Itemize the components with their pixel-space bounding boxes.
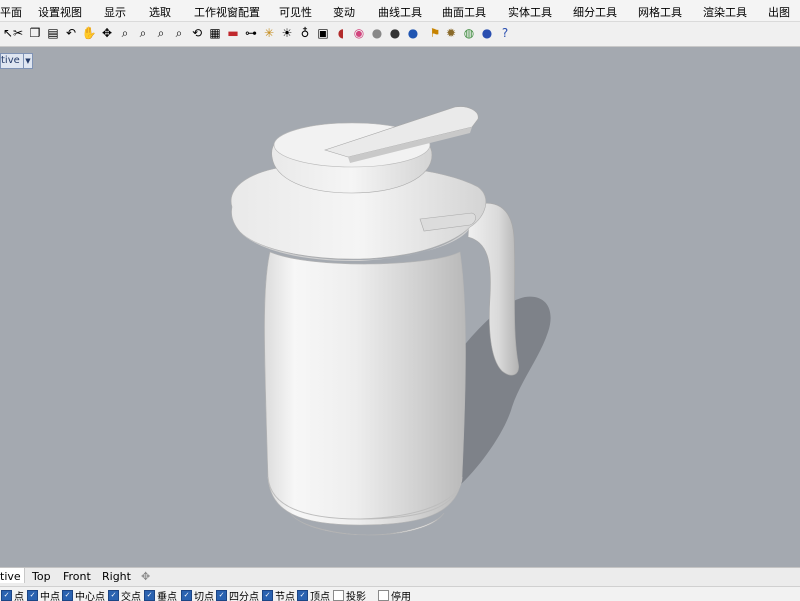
light-icon[interactable]: ☀ <box>279 25 295 41</box>
perspective-viewport[interactable]: tive ▼ <box>0 47 800 567</box>
flag-icon[interactable]: ⚑ <box>427 25 443 41</box>
globe-icon[interactable]: ◍ <box>461 25 477 41</box>
cut-icon[interactable]: ✂ <box>10 25 26 41</box>
tab-top[interactable]: Top <box>32 570 51 583</box>
tab-transform[interactable]: 变动 <box>333 4 355 20</box>
osnap-quadrant[interactable]: ✓ 四分点 <box>216 589 259 601</box>
menu-tabs-bar: 平面 设置视图 显示 选取 工作视窗配置 可见性 变动 曲线工具 曲面工具 实体… <box>0 0 800 22</box>
tab-display[interactable]: 显示 <box>104 4 126 20</box>
tab-select[interactable]: 选取 <box>149 4 171 20</box>
toolbar: ↖ ✂ ❐ ▤ ↶ ✋ ✥ ⌕ ⌕ ⌕ ⌕ ⟲ ▦ ▬ ⊶ ✳ ☀ ♁ ▣ ◖ … <box>0 22 800 47</box>
tab-plane[interactable]: 平面 <box>0 4 22 20</box>
checkbox-icon[interactable]: ✓ <box>216 589 227 601</box>
checkbox-icon[interactable] <box>378 589 389 601</box>
help-icon[interactable]: ? <box>497 25 513 41</box>
grid-icon[interactable]: ▦ <box>207 25 223 41</box>
checkbox-icon[interactable]: ✓ <box>297 589 308 601</box>
osnap-perpendicular[interactable]: ✓ 垂点 <box>144 589 177 601</box>
osnap-intersection[interactable]: ✓ 交点 <box>108 589 141 601</box>
osnap-point[interactable]: ✓ 点 <box>1 589 24 601</box>
zoom-extents-icon[interactable]: ⌕ <box>153 25 169 41</box>
zoom-icon[interactable]: ⌕ <box>117 25 133 41</box>
move-icon[interactable]: ✥ <box>99 25 115 41</box>
tab-solid-tools[interactable]: 实体工具 <box>508 4 552 20</box>
tab-drafting[interactable]: 出图 <box>768 4 790 20</box>
tab-surface-tools[interactable]: 曲面工具 <box>442 4 486 20</box>
paint-icon[interactable]: ◖ <box>333 25 349 41</box>
checkbox-icon[interactable]: ✓ <box>108 589 119 601</box>
tab-perspective[interactable]: tive <box>0 568 25 583</box>
checkbox-icon[interactable] <box>333 589 344 601</box>
sphere-dark-icon[interactable]: ● <box>387 25 403 41</box>
osnap-disable[interactable]: 停用 <box>378 589 411 601</box>
copy-icon[interactable]: ❐ <box>27 25 43 41</box>
tab-mesh-tools[interactable]: 网格工具 <box>638 4 682 20</box>
car-icon[interactable]: ⊶ <box>243 25 259 41</box>
tab-right[interactable]: Right <box>102 570 131 583</box>
checkbox-icon[interactable]: ✓ <box>62 589 73 601</box>
gear-icon[interactable]: ✹ <box>443 25 459 41</box>
paste-icon[interactable]: ▤ <box>45 25 61 41</box>
sphere-blue-icon[interactable]: ● <box>405 25 421 41</box>
checkbox-icon[interactable]: ✓ <box>1 589 12 601</box>
osnap-bar: ✓ 点 ✓ 中点 ✓ 中心点 ✓ 交点 ✓ 垂点 ✓ 切点 ✓ 四分点 ✓ 节点 ✓ 顶点 投影 … <box>0 586 800 601</box>
checkbox-icon[interactable]: ✓ <box>181 589 192 601</box>
checkbox-icon[interactable]: ✓ <box>27 589 38 601</box>
osnap-midpoint[interactable]: ✓ 中点 <box>27 589 60 601</box>
osnap-center[interactable]: ✓ 中心点 <box>62 589 105 601</box>
sphere-icon[interactable]: ● <box>479 25 495 41</box>
color-wheel-icon[interactable]: ◉ <box>351 25 367 41</box>
tab-viewport-layout[interactable]: 工作视窗配置 <box>194 4 260 20</box>
tab-visibility[interactable]: 可见性 <box>279 4 312 20</box>
red-line-icon[interactable]: ▬ <box>225 25 241 41</box>
checkbox-icon[interactable]: ✓ <box>262 589 273 601</box>
pan-hand-icon[interactable]: ✋ <box>81 25 97 41</box>
osnap-knot[interactable]: ✓ 节点 <box>262 589 295 601</box>
tab-render-tools[interactable]: 渲染工具 <box>703 4 747 20</box>
point-icon[interactable]: ✳ <box>261 25 277 41</box>
bulb-icon[interactable]: ♁ <box>297 25 313 41</box>
tab-curve-tools[interactable]: 曲线工具 <box>378 4 422 20</box>
tab-front[interactable]: Front <box>63 570 91 583</box>
osnap-project[interactable]: 投影 <box>333 589 366 601</box>
kettle-model[interactable] <box>0 47 800 567</box>
zoom-window-icon[interactable]: ⌕ <box>135 25 151 41</box>
viewport-tabs: tive Top Front Right ✥ <box>0 567 800 586</box>
add-viewport-tab-icon[interactable]: ✥ <box>141 570 150 583</box>
tab-subd-tools[interactable]: 细分工具 <box>573 4 617 20</box>
tab-set-view[interactable]: 设置视图 <box>38 4 82 20</box>
lock-icon[interactable]: ▣ <box>315 25 331 41</box>
osnap-vertex[interactable]: ✓ 顶点 <box>297 589 330 601</box>
kettle-body <box>264 251 466 526</box>
undo-icon[interactable]: ↶ <box>63 25 79 41</box>
zoom-selected-icon[interactable]: ⌕ <box>171 25 187 41</box>
checkbox-icon[interactable]: ✓ <box>144 589 155 601</box>
rotate-view-icon[interactable]: ⟲ <box>189 25 205 41</box>
osnap-tangent[interactable]: ✓ 切点 <box>181 589 214 601</box>
sphere-gray-icon[interactable]: ● <box>369 25 385 41</box>
